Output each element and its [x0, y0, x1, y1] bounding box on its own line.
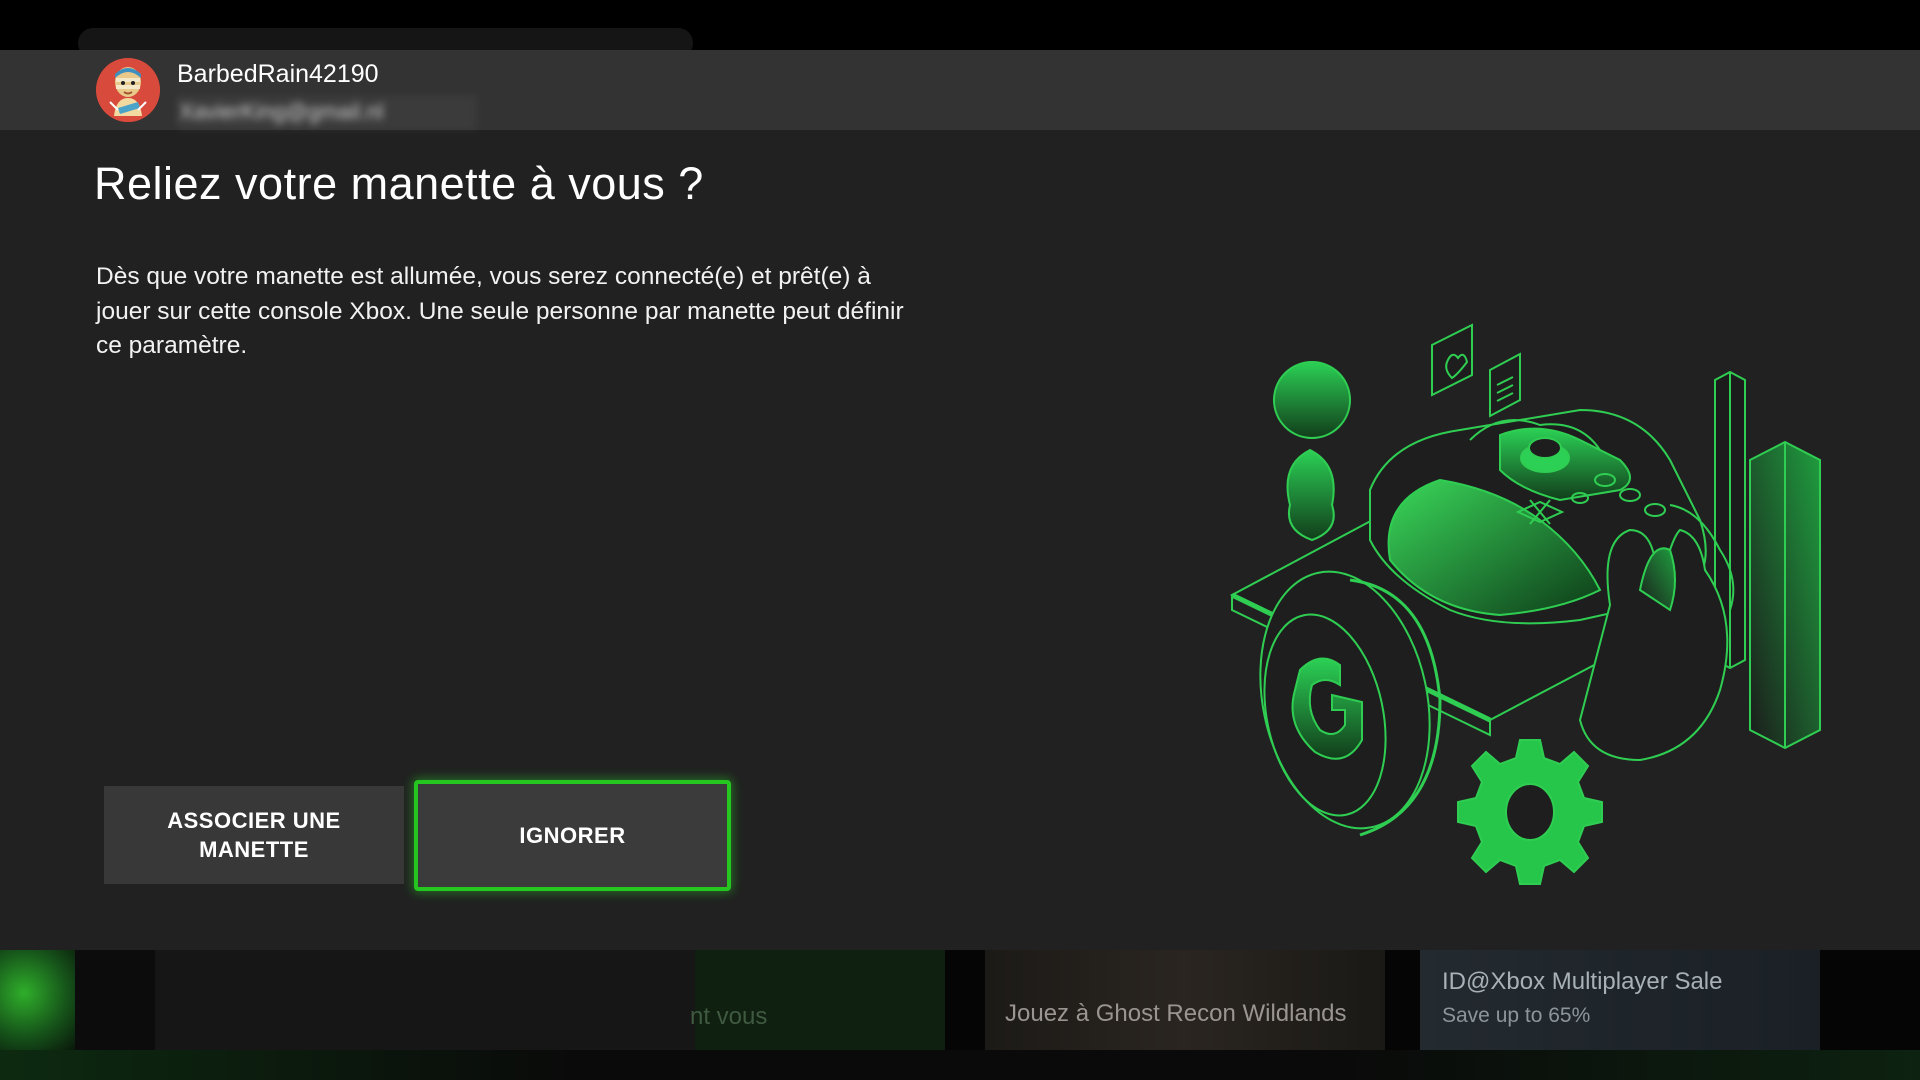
background-tile-id-xbox-sale — [1420, 950, 1820, 1050]
ignore-button[interactable]: IGNORER — [414, 780, 731, 891]
background-tile-text: Jouez à Ghost Recon Wildlands — [1005, 1000, 1347, 1027]
avatar — [96, 58, 160, 122]
account-email: XavierKing@gmail.nl — [177, 95, 477, 131]
background-bottom-strip — [0, 1050, 1920, 1080]
dialog-title: Reliez votre manette à vous ? — [94, 158, 704, 209]
background-tile — [695, 950, 945, 1050]
ignore-button-label: IGNORER — [519, 823, 626, 848]
pair-controller-dialog: BarbedRain42190 XavierKing@gmail.nl Reli… — [0, 50, 1920, 950]
background-tile-subtitle: Save up to 65% — [1442, 1004, 1591, 1027]
background-tile-text: nt vous — [690, 1003, 768, 1030]
account-bar: BarbedRain42190 XavierKing@gmail.nl — [0, 50, 1920, 131]
background-tile-title: ID@Xbox Multiplayer Sale — [1442, 968, 1723, 995]
avatar-icon — [96, 58, 160, 122]
dialog-description: Dès que votre manette est allumée, vous … — [96, 263, 904, 359]
pair-controller-button[interactable]: ASSOCIER UNE MANETTE — [104, 786, 404, 884]
pair-controller-button-label: ASSOCIER UNE MANETTE — [167, 808, 341, 862]
gamertag: BarbedRain42190 — [177, 60, 379, 88]
controller-illustration-icon — [1229, 323, 1821, 885]
